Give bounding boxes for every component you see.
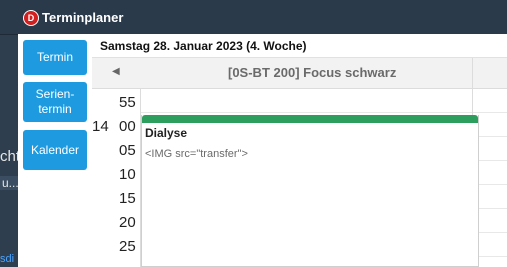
appointment-color-bar — [142, 115, 478, 123]
kalender-button[interactable]: Kalender — [23, 130, 87, 170]
background-link-fragment: sdi — [0, 253, 15, 265]
previous-arrow-icon[interactable]: ◀ — [112, 66, 120, 77]
app-logo-icon: D — [23, 10, 39, 26]
minute-label: 25 — [119, 238, 136, 255]
time-column: 14 55 00 05 10 15 20 25 — [92, 89, 141, 267]
appointment-title: Dialyse — [145, 126, 188, 140]
minute-label: 00 — [119, 118, 136, 135]
minute-label: 05 — [119, 142, 136, 159]
window-titlebar[interactable]: D Terminplaner — [0, 0, 507, 35]
terminplaner-window: Termin Serien- termin Kalender Samstag 2… — [18, 34, 507, 267]
sidebar: Termin Serien- termin Kalender — [18, 34, 92, 267]
minute-label: 10 — [119, 166, 136, 183]
minute-label: 15 — [119, 190, 136, 207]
minute-label: 20 — [119, 214, 136, 231]
serientermin-button[interactable]: Serien- termin — [23, 82, 87, 122]
appointment-body: <IMG src="transfer"> — [145, 148, 248, 160]
appointment-card[interactable]: Dialyse <IMG src="transfer"> — [141, 115, 479, 267]
schedule-grid[interactable]: 14 55 00 05 10 15 20 25 Dialyse <IMG src… — [92, 89, 507, 267]
termin-button[interactable]: Termin — [23, 40, 87, 75]
column-divider — [472, 58, 473, 88]
resource-header: ◀ [0S-BT 200] Focus schwarz — [92, 58, 507, 89]
resource-title: [0S-BT 200] Focus schwarz — [228, 65, 397, 80]
window-title: Terminplaner — [42, 10, 124, 25]
date-header: Samstag 28. Januar 2023 (4. Woche) — [92, 34, 507, 58]
minute-label: 55 — [119, 94, 136, 111]
hour-label: 14 — [92, 118, 109, 135]
background-window-fragment: cht — [0, 148, 21, 165]
